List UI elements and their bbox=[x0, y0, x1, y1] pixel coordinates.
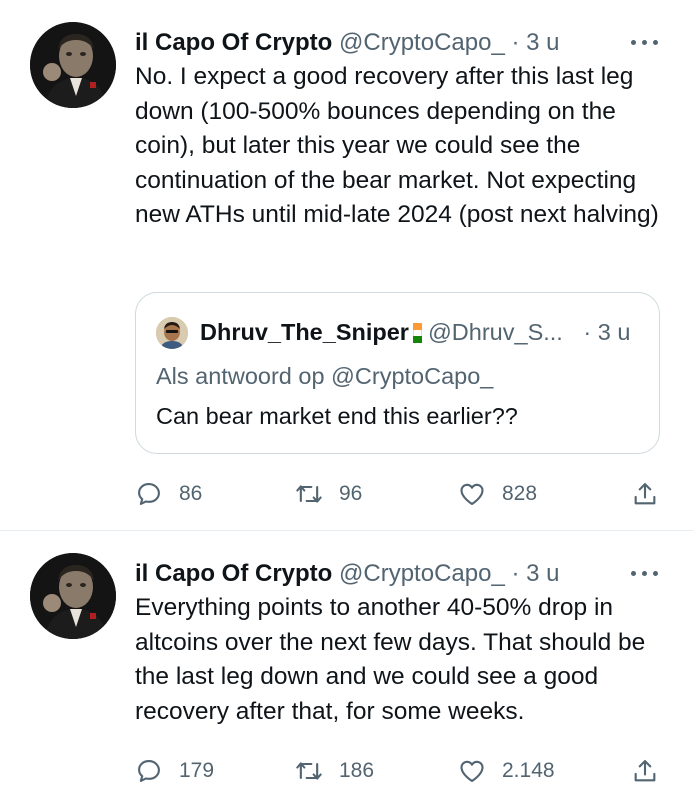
tweet-actions: 179 186 2.148 bbox=[135, 753, 665, 789]
speech-bubble-icon bbox=[138, 483, 160, 505]
more-options-icon[interactable] bbox=[631, 557, 661, 587]
retweet-arrows-icon bbox=[296, 762, 322, 780]
separator-dot: · bbox=[511, 560, 520, 587]
tweet-header: il Capo Of Crypto @CryptoCapo_ · 3 u bbox=[135, 557, 675, 591]
reply-button[interactable]: 86 bbox=[135, 476, 202, 512]
share-button[interactable] bbox=[631, 476, 659, 512]
author-name[interactable]: il Capo Of Crypto bbox=[135, 29, 332, 56]
reply-context: Als antwoord op @CryptoCapo_ bbox=[156, 363, 494, 389]
separator-dot: · bbox=[511, 29, 520, 56]
retweet-count: 96 bbox=[339, 482, 363, 505]
reply-count: 86 bbox=[179, 482, 203, 505]
tweet-time[interactable]: 3 u bbox=[526, 560, 559, 587]
tweet-text: Everything points to another 40-50% drop… bbox=[135, 594, 646, 725]
share-button[interactable] bbox=[631, 753, 659, 789]
tweet-header: il Capo Of Crypto @CryptoCapo_ · 3 u bbox=[135, 26, 675, 60]
quoted-author-name[interactable]: Dhruv_The_Sniper bbox=[200, 319, 409, 345]
reply-button[interactable]: 179 bbox=[135, 753, 214, 789]
speech-bubble-icon bbox=[138, 760, 160, 782]
like-count: 828 bbox=[502, 482, 538, 505]
retweet-count: 186 bbox=[339, 759, 375, 782]
tweet[interactable]: il Capo Of Crypto @CryptoCapo_ · 3 u No.… bbox=[0, 0, 693, 530]
author-handle[interactable]: @CryptoCapo_ bbox=[339, 29, 505, 56]
heart-outline-icon bbox=[460, 483, 484, 505]
tweet-time[interactable]: 3 u bbox=[526, 29, 559, 56]
quoted-tweet[interactable]: Dhruv_The_Sniper @Dhruv_S... · 3 u Als an… bbox=[135, 292, 660, 454]
retweet-arrows-icon bbox=[296, 485, 322, 503]
author-avatar[interactable] bbox=[30, 22, 116, 108]
quoted-author-handle[interactable]: @Dhruv_S... bbox=[428, 319, 563, 345]
more-options-icon[interactable] bbox=[631, 26, 661, 56]
author-name[interactable]: il Capo Of Crypto bbox=[135, 560, 332, 587]
quoted-tweet-time: 3 u bbox=[597, 319, 631, 345]
like-button[interactable]: 828 bbox=[458, 476, 537, 512]
like-button[interactable]: 2.148 bbox=[458, 753, 555, 789]
retweet-button[interactable]: 96 bbox=[295, 476, 362, 512]
author-handle[interactable]: @CryptoCapo_ bbox=[339, 560, 505, 587]
retweet-button[interactable]: 186 bbox=[295, 753, 374, 789]
reply-count: 179 bbox=[179, 759, 215, 782]
quoted-tweet-text: Can bear market end this earlier?? bbox=[156, 403, 518, 429]
india-flag-icon bbox=[412, 323, 422, 343]
like-count: 2.148 bbox=[502, 759, 555, 782]
heart-outline-icon bbox=[460, 760, 484, 782]
quoted-author-avatar bbox=[156, 317, 188, 349]
share-upload-icon bbox=[634, 760, 656, 782]
quoted-tweet-header: Dhruv_The_Sniper @Dhruv_S... · 3 u bbox=[200, 315, 630, 349]
tweet-actions: 86 96 828 bbox=[135, 476, 665, 512]
separator-dot: · bbox=[583, 319, 592, 345]
tweet-text: No. I expect a good recovery after this … bbox=[135, 63, 659, 228]
tweet[interactable]: il Capo Of Crypto @CryptoCapo_ · 3 u Eve… bbox=[0, 531, 693, 800]
author-avatar[interactable] bbox=[30, 553, 116, 639]
share-upload-icon bbox=[634, 483, 656, 505]
